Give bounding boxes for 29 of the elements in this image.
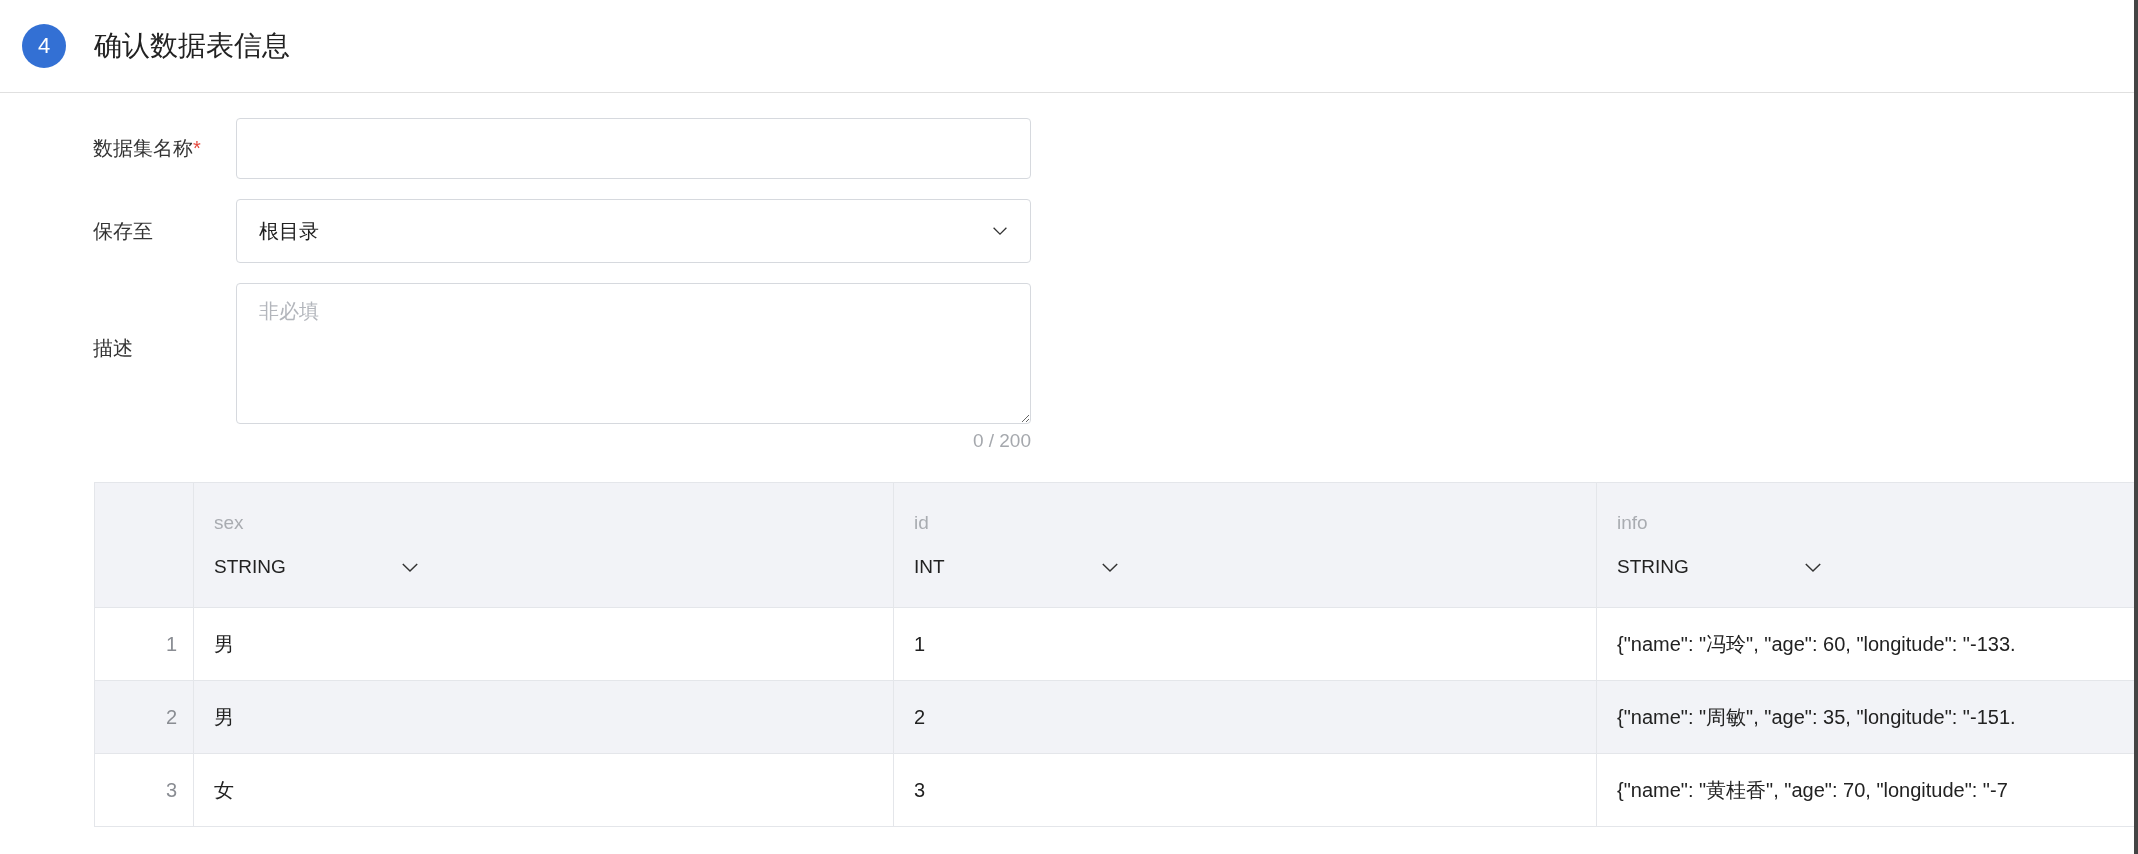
field-label: 描述 <box>93 336 134 361</box>
column-name: info <box>1617 512 1649 534</box>
step-badge: 4 <box>22 24 66 68</box>
row-number: 3 <box>94 753 194 827</box>
chevron-down-icon <box>1804 561 1822 573</box>
table-cell: 1 <box>893 607 1597 681</box>
table-cell: 男 <box>193 680 894 754</box>
row-number: 1 <box>94 607 194 681</box>
row-number: 2 <box>94 680 194 754</box>
field-label: 保存至 <box>93 218 154 244</box>
description-textarea[interactable]: 非必填 <box>236 283 1031 424</box>
section-title: 确认数据表信息 <box>94 29 290 63</box>
table-cell: {"name": "周敏", "age": 35, "longitude": "-151. <box>1596 680 2134 754</box>
table-cell: 2 <box>893 680 1597 754</box>
chevron-down-icon <box>1101 561 1119 573</box>
column-type-select[interactable]: INT <box>914 556 1119 578</box>
table-cell: 女 <box>193 753 894 827</box>
table-cell: 男 <box>193 607 894 681</box>
chevron-down-icon <box>992 226 1008 236</box>
column-name: id <box>914 512 930 534</box>
save-location-select[interactable]: 根目录 <box>236 199 1031 263</box>
column-name: sex <box>214 512 245 534</box>
column-type-select[interactable]: STRING <box>1617 556 1822 578</box>
dataset-name-input[interactable] <box>236 118 1031 179</box>
column-type-select[interactable]: STRING <box>214 556 419 578</box>
field-label: 数据集名称* <box>93 136 202 161</box>
character-counter: 0 / 200 <box>972 430 1031 452</box>
table-cell: 3 <box>893 753 1597 827</box>
chevron-down-icon <box>401 561 419 573</box>
